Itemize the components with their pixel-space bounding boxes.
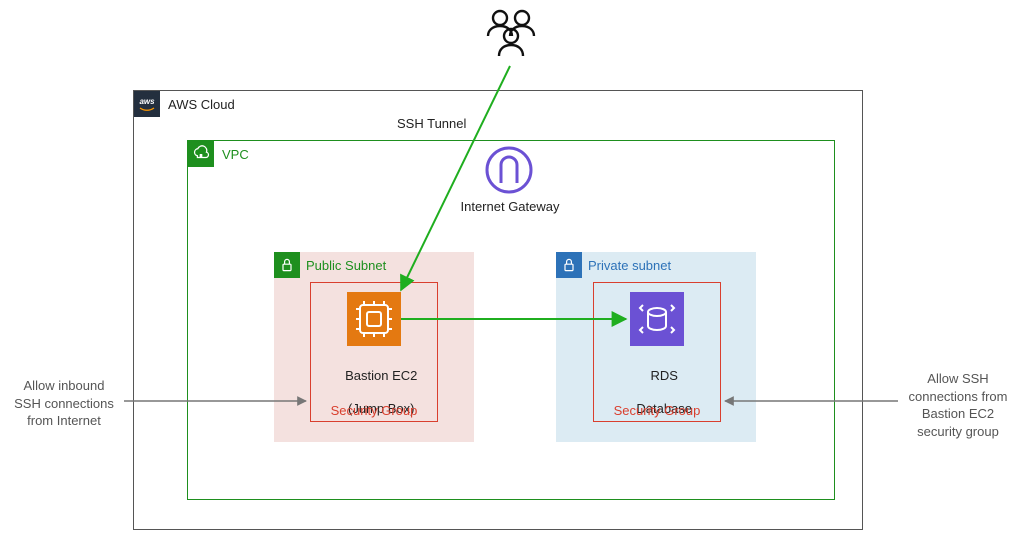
bastion-label: Bastion EC2 (Jump Box) [310, 352, 438, 433]
rds-line1: RDS [651, 368, 678, 383]
bastion-ec2-icon [347, 292, 401, 346]
vpc-label: VPC [222, 147, 249, 162]
vpc-icon [188, 141, 214, 167]
users-icon [480, 6, 540, 64]
rds-label: RDS Database [593, 352, 721, 433]
internet-gateway-icon [484, 145, 534, 195]
private-subnet-icon [556, 252, 582, 278]
internet-gateway-label: Internet Gateway [457, 199, 563, 214]
annotation-right: Allow SSH connections from Bastion EC2 s… [900, 370, 1016, 440]
annotation-left: Allow inbound SSH connections from Inter… [6, 377, 122, 430]
public-subnet-label: Public Subnet [306, 258, 386, 273]
rds-database-icon [630, 292, 684, 346]
security-group-label-left: Security Group [310, 403, 438, 418]
public-subnet-icon [274, 252, 300, 278]
svg-text:aws: aws [139, 97, 155, 106]
bastion-line1: Bastion EC2 [345, 368, 417, 383]
aws-logo-badge: aws [134, 91, 160, 117]
private-subnet-label: Private subnet [588, 258, 671, 273]
security-group-label-right: Security Group [593, 403, 721, 418]
aws-cloud-label: AWS Cloud [168, 97, 235, 112]
diagram-canvas: aws AWS Cloud SSH Tunnel VPC Internet Ga… [0, 0, 1024, 538]
ssh-tunnel-label: SSH Tunnel [397, 116, 466, 131]
